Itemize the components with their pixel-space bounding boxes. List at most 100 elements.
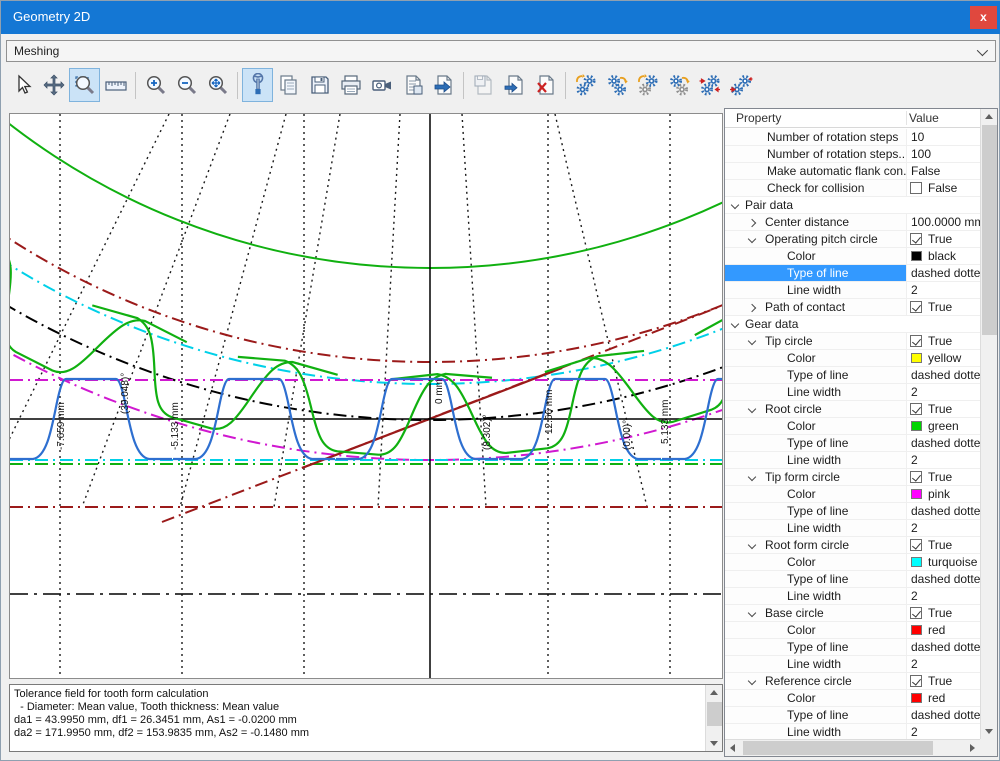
chevron-expanded-icon[interactable] (748, 235, 756, 243)
zoom-out-tool-button[interactable] (171, 68, 202, 102)
scroll-right-arrow-icon[interactable] (965, 740, 980, 757)
checkbox-checked[interactable] (910, 335, 922, 347)
property-value[interactable]: False (907, 163, 980, 179)
rotate-pair-tool-button[interactable] (663, 68, 694, 102)
property-value[interactable]: black (907, 248, 980, 264)
scroll-down-arrow-icon[interactable] (981, 724, 998, 739)
property-value[interactable]: dashed dotted (907, 367, 980, 383)
chevron-expanded-icon[interactable] (731, 320, 739, 328)
snapshot-tool-button[interactable] (366, 68, 397, 102)
scroll-up-arrow-icon[interactable] (981, 109, 998, 124)
scroll-down-arrow-icon[interactable] (706, 736, 723, 751)
properties-tool-button[interactable] (242, 68, 273, 102)
property-row-type-of-line[interactable]: Type of linedashed dotted (725, 571, 980, 588)
property-value[interactable]: True (907, 401, 980, 417)
property-value[interactable]: True (907, 231, 980, 247)
checkbox-checked[interactable] (910, 607, 922, 619)
color-swatch[interactable] (911, 353, 922, 363)
pan-tool-button[interactable] (38, 68, 69, 102)
checkbox-checked[interactable] (910, 539, 922, 551)
color-swatch[interactable] (911, 489, 922, 499)
chevron-collapsed-icon[interactable] (748, 219, 756, 227)
property-row-reference-circle[interactable]: Reference circleTrue (725, 673, 980, 690)
move-gears-in-tool-button[interactable] (694, 68, 725, 102)
property-row-line-width[interactable]: Line width2 (725, 384, 980, 401)
scrollbar-thumb[interactable] (707, 702, 722, 726)
property-value[interactable]: 2 (907, 452, 980, 468)
property-value[interactable]: red (907, 690, 980, 706)
color-swatch[interactable] (911, 421, 922, 431)
property-row-type-of-line[interactable]: Type of linedashed dotted (725, 367, 980, 384)
checkbox-checked[interactable] (910, 675, 922, 687)
property-row-tip-circle[interactable]: Tip circleTrue (725, 333, 980, 350)
print-tool-button[interactable] (335, 68, 366, 102)
property-row-make-automatic-flank-con[interactable]: Make automatic flank con...False (725, 163, 980, 180)
property-value[interactable]: pink (907, 486, 980, 502)
property-row-number-of-rotation-steps[interactable]: Number of rotation steps...100 (725, 146, 980, 163)
property-row-root-circle[interactable]: Root circleTrue (725, 401, 980, 418)
scrollbar-thumb[interactable] (982, 125, 997, 335)
rotate-gear2-tool-button[interactable] (632, 68, 663, 102)
property-row-line-width[interactable]: Line width2 (725, 282, 980, 299)
drawing-canvas[interactable]: (39.048)°-7.659 mm-5.133 mm0 mm(8.302)°1… (9, 113, 723, 679)
property-value[interactable]: 2 (907, 282, 980, 298)
property-row-line-width[interactable]: Line width2 (725, 520, 980, 537)
property-row-color[interactable]: Colorgreen (725, 418, 980, 435)
property-value[interactable]: 2 (907, 656, 980, 672)
color-swatch[interactable] (911, 251, 922, 261)
delete-page-tool-button[interactable] (530, 68, 561, 102)
chevron-expanded-icon[interactable] (748, 677, 756, 685)
properties-vertical-scrollbar[interactable] (980, 109, 997, 739)
color-swatch[interactable] (911, 693, 922, 703)
property-row-color[interactable]: Colorred (725, 622, 980, 639)
property-row-color[interactable]: Colorblack (725, 248, 980, 265)
property-value[interactable]: True (907, 333, 980, 349)
checkbox-checked[interactable] (910, 471, 922, 483)
chevron-collapsed-icon[interactable] (748, 304, 756, 312)
property-value[interactable]: red (907, 622, 980, 638)
property-row-type-of-line[interactable]: Type of linedashed dotted (725, 707, 980, 724)
property-value[interactable]: True (907, 299, 980, 315)
property-row-check-for-collision[interactable]: Check for collisionFalse (725, 180, 980, 197)
property-value[interactable]: 2 (907, 384, 980, 400)
copy-tool-button[interactable] (273, 68, 304, 102)
property-value[interactable]: 2 (907, 520, 980, 536)
property-row-operating-pitch-circle[interactable]: Operating pitch circleTrue (725, 231, 980, 248)
save-page-tool-button[interactable] (468, 68, 499, 102)
property-value[interactable]: 100.0000 mm (907, 214, 980, 230)
checkbox-checked[interactable] (910, 403, 922, 415)
property-row-base-circle[interactable]: Base circleTrue (725, 605, 980, 622)
property-value[interactable]: dashed dotted (907, 639, 980, 655)
add-page-tool-button[interactable] (499, 68, 530, 102)
output-vertical-scrollbar[interactable] (705, 685, 722, 751)
property-row-type-of-line[interactable]: Type of linedashed dotted (725, 435, 980, 452)
color-swatch[interactable] (911, 557, 922, 567)
property-row-number-of-rotation-steps[interactable]: Number of rotation steps10 (725, 129, 980, 146)
view-selector-combobox[interactable]: Meshing (6, 40, 996, 62)
property-value[interactable]: True (907, 605, 980, 621)
color-swatch[interactable] (911, 625, 922, 635)
property-row-gear-data[interactable]: Gear data (725, 316, 980, 333)
chevron-expanded-icon[interactable] (748, 473, 756, 481)
property-row-pair-data[interactable]: Pair data (725, 197, 980, 214)
select-tool-button[interactable] (7, 68, 38, 102)
rotate-gear1-tool-button[interactable] (601, 68, 632, 102)
property-row-type-of-line[interactable]: Type of linedashed dotted (725, 265, 980, 282)
report-tool-button[interactable] (397, 68, 428, 102)
property-value[interactable]: False (907, 180, 980, 196)
property-value[interactable]: True (907, 469, 980, 485)
property-row-color[interactable]: Colorpink (725, 486, 980, 503)
property-value[interactable]: green (907, 418, 980, 434)
measure-tool-button[interactable] (100, 68, 131, 102)
checkbox-unchecked[interactable] (910, 182, 922, 194)
property-value[interactable]: 10 (907, 129, 980, 145)
close-button[interactable]: x (970, 6, 997, 29)
property-row-tip-form-circle[interactable]: Tip form circleTrue (725, 469, 980, 486)
property-value[interactable]: 2 (907, 724, 980, 739)
properties-horizontal-scrollbar[interactable] (725, 739, 980, 756)
rotate-gears-tool-button[interactable] (570, 68, 601, 102)
property-value[interactable]: dashed dotted (907, 571, 980, 587)
property-row-line-width[interactable]: Line width2 (725, 656, 980, 673)
zoom-in-tool-button[interactable] (140, 68, 171, 102)
zoom-window-tool-button[interactable] (69, 68, 100, 102)
